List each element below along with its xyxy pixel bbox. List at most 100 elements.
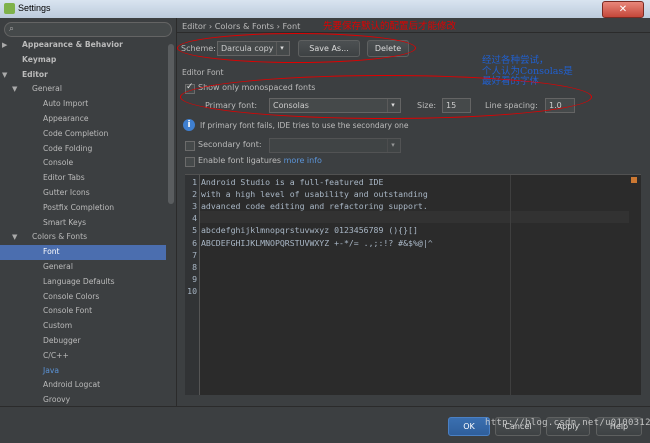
line-number: 2 bbox=[192, 189, 197, 200]
sidebar-item[interactable]: Code Completion bbox=[0, 127, 166, 142]
sidebar-item-label: Smart Keys bbox=[43, 217, 87, 227]
scrollbar-thumb[interactable] bbox=[168, 44, 174, 204]
search-input[interactable] bbox=[21, 23, 166, 35]
error-stripe-marker bbox=[631, 177, 637, 183]
sidebar-item[interactable]: C/C++ bbox=[0, 349, 166, 364]
sidebar-item[interactable]: Debugger bbox=[0, 334, 166, 349]
caret-line-highlight bbox=[200, 211, 629, 223]
more-info-link[interactable]: more info bbox=[284, 156, 322, 165]
settings-sidebar: ⌕ ▶ Appearance & Behavior Keymap ▼ Editor ▼ Ge… bbox=[0, 18, 177, 406]
sidebar-item-label: Debugger bbox=[43, 335, 81, 345]
font-size-value: 15 bbox=[446, 101, 457, 110]
window-title: Settings bbox=[18, 3, 51, 13]
delete-button[interactable]: Delete bbox=[367, 40, 409, 57]
monospaced-only-checkbox[interactable] bbox=[185, 82, 195, 94]
sidebar-item-label: Code Completion bbox=[43, 128, 109, 138]
ligatures-text: Enable font ligatures bbox=[198, 156, 282, 165]
sidebar-item[interactable]: ▼ General bbox=[0, 82, 166, 97]
chevron-down-icon[interactable]: ▼ bbox=[2, 68, 7, 83]
section-title-editor-font: Editor Font bbox=[182, 68, 224, 77]
sidebar-item[interactable]: ▼ Editor bbox=[0, 68, 166, 83]
info-icon: i bbox=[183, 119, 195, 131]
sidebar-item-label: Code Folding bbox=[43, 143, 93, 153]
sidebar-item[interactable]: Editor Tabs bbox=[0, 171, 166, 186]
line-number: 5 bbox=[192, 225, 197, 236]
settings-search[interactable]: ⌕ bbox=[4, 22, 172, 37]
secondary-font-label: Secondary font: bbox=[198, 140, 262, 149]
sidebar-item[interactable]: Console Colors bbox=[0, 290, 166, 305]
font-preview-editor[interactable]: 1 2 3 4 5 6 7 8 9 10 Android Studio is a full-fea… bbox=[185, 174, 641, 395]
chevron-down-icon[interactable]: ▼ bbox=[12, 230, 17, 245]
sidebar-item[interactable]: Gutter Icons bbox=[0, 186, 166, 201]
search-icon: ⌕ bbox=[9, 24, 15, 34]
line-number: 7 bbox=[192, 249, 197, 260]
sidebar-item[interactable]: Java bbox=[0, 364, 166, 379]
sidebar-item-label: General bbox=[32, 84, 62, 94]
watermark-text: http://blog.csdn.net/u010031219 bbox=[485, 418, 650, 428]
primary-font-label: Primary font: bbox=[205, 101, 258, 110]
right-margin-guide bbox=[510, 175, 511, 395]
divider bbox=[177, 32, 650, 33]
sidebar-item[interactable]: Auto Import bbox=[0, 97, 166, 112]
sidebar-item-label: Console Colors bbox=[43, 291, 100, 301]
sidebar-item[interactable]: General bbox=[0, 260, 166, 275]
line-number: 1 bbox=[192, 177, 197, 187]
scheme-label: Scheme: bbox=[181, 44, 216, 53]
window-title-bar: Settings ✕ bbox=[0, 0, 650, 19]
chevron-down-icon: ▾ bbox=[387, 139, 398, 152]
preview-code-line: Android Studio is a full-featured IDE bbox=[201, 177, 384, 187]
sidebar-item[interactable]: Keymap bbox=[0, 53, 166, 68]
sidebar-item-label: Console Font bbox=[43, 306, 93, 316]
sidebar-item[interactable]: Android Logcat bbox=[0, 378, 166, 393]
chevron-down-icon: ▾ bbox=[387, 99, 398, 112]
line-number-gutter: 1 2 3 4 5 6 7 8 9 10 bbox=[185, 175, 200, 395]
close-window-button[interactable]: ✕ bbox=[602, 1, 644, 18]
line-spacing-value: 1.0 bbox=[549, 101, 562, 110]
line-number: 4 bbox=[192, 213, 197, 224]
sidebar-item[interactable]: Code Folding bbox=[0, 142, 166, 157]
sidebar-item-label: Console bbox=[43, 158, 74, 168]
sidebar-item[interactable]: ▼ Colors & Fonts bbox=[0, 230, 166, 245]
save-as-button[interactable]: Save As... bbox=[298, 40, 360, 57]
line-number: 10 bbox=[187, 285, 197, 296]
sidebar-item[interactable]: Smart Keys bbox=[0, 216, 166, 231]
scheme-select[interactable]: Darcula copy ▾ bbox=[217, 41, 290, 56]
ok-button[interactable]: OK bbox=[448, 417, 490, 436]
sidebar-item[interactable]: Font bbox=[0, 245, 166, 260]
breadcrumb: Editor › Colors & Fonts › Font bbox=[182, 21, 301, 31]
sidebar-item-label: Appearance bbox=[43, 113, 89, 123]
sidebar-item-label: Editor Tabs bbox=[43, 173, 85, 183]
sidebar-item-label: Android Logcat bbox=[43, 380, 101, 390]
font-size-field[interactable]: 15 bbox=[442, 98, 471, 113]
sidebar-item[interactable]: Postfix Completion bbox=[0, 201, 166, 216]
ligatures-checkbox[interactable] bbox=[185, 157, 195, 167]
sidebar-item-label: Gutter Icons bbox=[43, 187, 90, 197]
sidebar-item-label: Editor bbox=[22, 69, 48, 79]
line-spacing-field[interactable]: 1.0 bbox=[545, 98, 575, 113]
settings-content: Editor › Colors & Fonts › Font 先要保存默认的配置… bbox=[177, 18, 650, 406]
sidebar-item[interactable]: Console Font bbox=[0, 304, 166, 319]
sidebar-item[interactable]: ▶ Appearance & Behavior bbox=[0, 38, 166, 53]
sidebar-item[interactable]: Custom bbox=[0, 319, 166, 334]
app-icon bbox=[4, 3, 15, 14]
secondary-font-checkbox[interactable] bbox=[185, 141, 195, 151]
chevron-right-icon[interactable]: ▶ bbox=[2, 38, 7, 53]
line-spacing-label: Line spacing: bbox=[485, 101, 538, 110]
settings-tree: ▶ Appearance & Behavior Keymap ▼ Editor ▼ Gene… bbox=[0, 38, 166, 408]
sidebar-item-label: Colors & Fonts bbox=[32, 232, 88, 242]
sidebar-item[interactable]: Language Defaults bbox=[0, 275, 166, 290]
primary-font-value: Consolas bbox=[273, 101, 309, 110]
primary-font-select[interactable]: Consolas ▾ bbox=[269, 98, 401, 113]
sidebar-item[interactable]: Appearance bbox=[0, 112, 166, 127]
sidebar-item[interactable]: Console bbox=[0, 156, 166, 171]
annotation-blue-note: 经过各种尝试， 个人认为Consolas是 最好看的字体 bbox=[482, 55, 573, 88]
secondary-font-select[interactable]: ▾ bbox=[269, 138, 401, 153]
sidebar-item-label: Java bbox=[43, 365, 60, 375]
sidebar-item-label: C/C++ bbox=[43, 350, 69, 360]
preview-code-line: with a high level of usability and outst… bbox=[201, 189, 428, 200]
sidebar-item-label: Appearance & Behavior bbox=[22, 40, 123, 49]
sidebar-scrollbar[interactable] bbox=[168, 38, 174, 402]
sidebar-item-label: Keymap bbox=[22, 54, 57, 64]
chevron-down-icon[interactable]: ▼ bbox=[12, 82, 17, 97]
ligatures-label: Enable font ligatures more info bbox=[198, 156, 322, 165]
